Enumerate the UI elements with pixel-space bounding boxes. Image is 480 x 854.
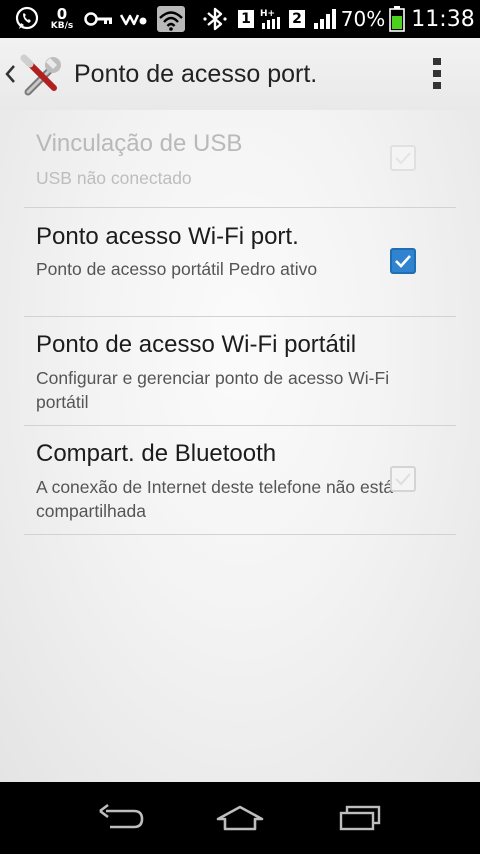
nav-recent-apps-button[interactable] <box>328 796 392 840</box>
setting-wifi-hotspot-toggle[interactable]: Ponto acesso Wi-Fi port. Ponto de acesso… <box>24 207 456 317</box>
back-arrow-icon <box>99 803 144 829</box>
wifi-hotspot-checkbox[interactable] <box>390 248 416 274</box>
battery-icon <box>388 0 406 38</box>
net-speed-unit: KB/s <box>50 21 74 31</box>
page-title: Ponto de acesso port. <box>74 59 318 88</box>
nav-home-button[interactable] <box>208 796 272 840</box>
sim1-badge: 1 <box>236 0 256 38</box>
setting-title: Ponto acesso Wi-Fi port. <box>36 223 299 250</box>
back-chevron-icon <box>4 64 16 88</box>
bluetooth-tethering-checkbox[interactable] <box>390 466 416 492</box>
settings-list: Vinculação de USB USB não conectado Pont… <box>0 110 480 782</box>
network-type: H+ <box>260 9 275 19</box>
walkman-icon <box>118 0 150 38</box>
sim2-badge: 2 <box>287 0 307 38</box>
usb-tethering-checkbox[interactable] <box>390 145 416 171</box>
home-icon <box>216 805 264 831</box>
setting-summary: Configurar e gerenciar ponto de acesso W… <box>36 368 390 412</box>
setting-summary: Ponto de acesso portátil Pedro ativo <box>36 259 318 279</box>
action-bar: Ponto de acesso port. <box>0 38 480 111</box>
setting-bluetooth-tethering[interactable]: Compart. de Bluetooth A conexão de Inter… <box>24 425 456 535</box>
bluetooth-icon <box>200 0 230 38</box>
up-navigation-button[interactable] <box>0 38 66 110</box>
navigation-bar <box>0 782 480 854</box>
net-speed-indicator: 0 KB/s <box>48 0 76 38</box>
setting-usb-tethering[interactable]: Vinculação de USB USB não conectado <box>24 110 456 208</box>
wifi-hotspot-icon <box>156 0 186 38</box>
cell-signal-icon <box>311 0 339 38</box>
setting-summary: A conexão de Internet deste telefone não… <box>36 477 394 521</box>
battery-percent: 70% <box>340 7 386 31</box>
setting-wifi-hotspot-config[interactable]: Ponto de acesso Wi-Fi portátil Configura… <box>24 316 456 426</box>
key-icon <box>83 0 115 38</box>
checkmark-icon <box>395 255 411 268</box>
status-bar: 0 KB/s 1 H+ 2 70% 11:38 <box>0 0 480 38</box>
net-speed-value: 0 <box>56 5 68 23</box>
setting-title: Vinculação de USB <box>36 130 243 157</box>
setting-title: Compart. de Bluetooth <box>36 440 277 467</box>
clock: 11:38 <box>411 6 475 32</box>
setting-summary: USB não conectado <box>36 168 192 188</box>
whatsapp-icon <box>12 0 42 38</box>
settings-tools-icon <box>20 54 64 102</box>
recent-apps-icon <box>339 805 381 831</box>
nav-back-button[interactable] <box>88 796 152 840</box>
overflow-menu-button[interactable] <box>414 50 462 98</box>
overflow-menu-icon <box>433 58 441 89</box>
signal-icon: H+ <box>258 0 284 38</box>
setting-title: Ponto de acesso Wi-Fi portátil <box>36 331 357 358</box>
